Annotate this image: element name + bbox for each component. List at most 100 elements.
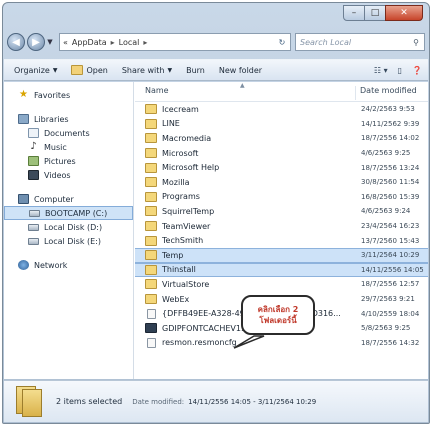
breadcrumb-appdata[interactable]: AppData xyxy=(72,38,107,47)
file-date-modified: 5/8/2563 9:25 xyxy=(361,324,411,333)
nav-pictures[interactable]: Pictures xyxy=(4,154,133,168)
new-folder-button[interactable]: New folder xyxy=(219,66,262,75)
file-date-modified: 18/7/2556 13:24 xyxy=(361,163,420,172)
file-row[interactable]: Mozilla 30/8/2560 11:54 xyxy=(135,175,428,190)
minimize-button[interactable]: – xyxy=(343,5,365,21)
breadcrumb-local[interactable]: Local xyxy=(119,38,140,47)
folder-icon xyxy=(145,250,157,261)
help-icon[interactable]: ❓ xyxy=(412,66,422,75)
file-row[interactable]: SquirrelTemp 4/6/2563 9:24 xyxy=(135,204,428,219)
file-name: LINE xyxy=(162,119,180,129)
folder-icon xyxy=(145,264,157,275)
view-controls: ☷ ▾ ▯ ❓ xyxy=(364,66,428,75)
recent-pages-icon[interactable]: ▼ xyxy=(45,38,55,46)
file-date-modified: 13/7/2560 15:43 xyxy=(361,236,420,245)
file-name: Programs xyxy=(162,192,200,202)
breadcrumb-separator-icon[interactable]: ▸ xyxy=(143,38,147,47)
annotation-callout: คลิกเลือก 2 โฟลเดอร์นี้ xyxy=(241,295,315,335)
nav-videos-label: Videos xyxy=(44,170,71,180)
file-row[interactable]: TechSmith 13/7/2560 15:43 xyxy=(135,233,428,248)
burn-label: Burn xyxy=(186,65,205,75)
music-icon: ♪ xyxy=(30,141,37,152)
details-pane: 2 items selected Date modified: 14/11/25… xyxy=(4,380,428,422)
file-row[interactable]: Macromedia 18/7/2556 14:02 xyxy=(135,131,428,146)
breadcrumb-overflow[interactable]: « xyxy=(63,38,68,47)
file-date-modified: 23/4/2564 16:23 xyxy=(361,222,420,231)
content-pane: ★ Favorites Libraries Documents ♪ Music Pi… xyxy=(4,82,428,379)
file-name: WebEx xyxy=(162,294,190,304)
open-button[interactable]: Open xyxy=(71,65,108,75)
back-button[interactable]: ◀ xyxy=(7,33,25,51)
preview-pane-icon[interactable]: ▯ xyxy=(398,66,402,75)
file-row[interactable]: TeamViewer 23/4/2564 16:23 xyxy=(135,219,428,234)
star-icon: ★ xyxy=(19,89,28,100)
callout-line-2: โฟลเดอร์นี้ xyxy=(259,316,297,325)
folder-icon xyxy=(145,279,157,290)
column-name-header[interactable]: Name xyxy=(145,86,169,95)
file-row[interactable]: resmon.resmoncfg 18/7/2556 14:32 xyxy=(135,336,428,351)
file-icon xyxy=(147,337,156,348)
search-box[interactable]: Search Local ⚲ xyxy=(295,33,425,51)
folder-icon xyxy=(145,133,157,144)
folder-icon xyxy=(145,118,157,129)
file-date-modified: 24/2/2563 9:53 xyxy=(361,105,415,114)
computer-icon xyxy=(18,194,29,204)
nav-music-label: Music xyxy=(44,142,67,152)
folder-icon xyxy=(145,104,157,115)
file-name: Microsoft xyxy=(162,148,199,158)
nav-videos[interactable]: Videos xyxy=(4,168,133,182)
refresh-icon[interactable]: ↻ xyxy=(274,38,290,47)
file-row[interactable]: VirtualStore 18/7/2556 12:57 xyxy=(135,277,428,292)
forward-button[interactable]: ▶ xyxy=(27,33,45,51)
change-view-icon[interactable]: ☷ ▾ xyxy=(374,66,388,75)
file-row[interactable]: Temp 3/11/2564 10:29 xyxy=(135,247,428,263)
share-with-label: Share with xyxy=(121,65,165,75)
organize-button[interactable]: Organize ▼ xyxy=(14,66,57,75)
file-row[interactable]: Programs 16/8/2560 15:39 xyxy=(135,190,428,205)
window-controls: – □ ✕ xyxy=(343,5,423,21)
file-row[interactable]: Microsoft Help 18/7/2556 13:24 xyxy=(135,160,428,175)
file-date-modified: 4/6/2563 9:24 xyxy=(361,207,411,216)
close-button[interactable]: ✕ xyxy=(385,5,423,21)
file-name: Macromedia xyxy=(162,133,212,143)
file-row[interactable]: Icecream 24/2/2563 9:53 xyxy=(135,102,428,117)
nav-documents[interactable]: Documents xyxy=(4,126,133,140)
maximize-button[interactable]: □ xyxy=(364,5,386,21)
file-date-modified: 3/11/2564 10:29 xyxy=(361,251,420,260)
nav-drive-d[interactable]: Local Disk (D:) xyxy=(4,220,133,234)
file-name: Mozilla xyxy=(162,177,190,187)
nav-network[interactable]: Network xyxy=(4,258,133,272)
sort-caret-icon: ▲ xyxy=(240,82,245,89)
search-icon[interactable]: ⚲ xyxy=(408,38,424,47)
drive-icon xyxy=(28,223,39,231)
file-date-modified: 18/7/2556 14:32 xyxy=(361,338,420,347)
file-row[interactable]: Microsoft 4/6/2563 9:25 xyxy=(135,146,428,161)
nav-computer[interactable]: Computer xyxy=(4,192,133,206)
file-date-modified: 29/7/2563 9:21 xyxy=(361,295,415,304)
library-icon xyxy=(18,114,29,124)
nav-music[interactable]: ♪ Music xyxy=(4,140,133,154)
nav-favorites[interactable]: ★ Favorites xyxy=(4,88,133,102)
nav-drive-c[interactable]: BOOTCAMP (C:) xyxy=(4,206,133,220)
file-name: TechSmith xyxy=(162,236,204,246)
nav-computer-label: Computer xyxy=(34,194,74,204)
file-row[interactable]: LINE 14/11/2562 9:39 xyxy=(135,117,428,132)
nav-network-label: Network xyxy=(34,260,68,270)
folder-icon xyxy=(145,148,157,159)
address-bar[interactable]: « AppData ▸ Local ▸ ↻ xyxy=(59,33,291,51)
file-date-modified: 14/11/2562 9:39 xyxy=(361,119,420,128)
folder-icon xyxy=(145,191,157,202)
column-headers: ▲ Name Date modified xyxy=(135,82,428,102)
breadcrumb-separator-icon[interactable]: ▸ xyxy=(111,38,115,47)
burn-button[interactable]: Burn xyxy=(186,66,205,75)
address-row: ◀ ▶ ▼ « AppData ▸ Local ▸ ↻ Search Local… xyxy=(7,31,425,53)
date-modified-range: 14/11/2556 14:05 - 3/11/2564 10:29 xyxy=(188,397,317,406)
share-with-button[interactable]: Share with ▼ xyxy=(122,66,172,75)
nav-drive-e[interactable]: Local Disk (E:) xyxy=(4,234,133,248)
nav-libraries[interactable]: Libraries xyxy=(4,112,133,126)
file-name: Icecream xyxy=(162,104,199,114)
search-input[interactable]: Search Local xyxy=(300,38,408,47)
column-date-header[interactable]: Date modified xyxy=(355,86,417,100)
file-row[interactable]: Thinstall 14/11/2556 14:05 xyxy=(135,262,428,278)
folder-icon xyxy=(145,177,157,188)
